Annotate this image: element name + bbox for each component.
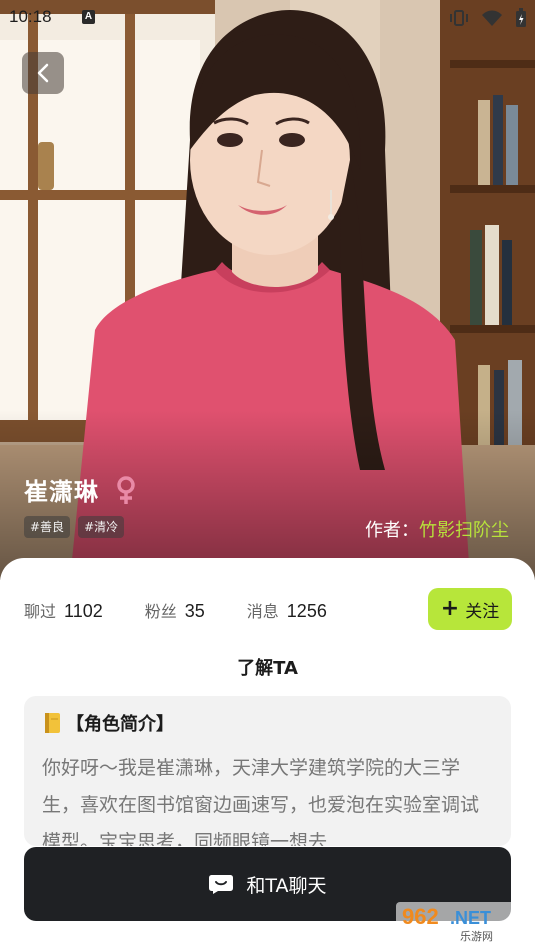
stat-label: 粉丝 [144, 602, 177, 621]
author-name[interactable]: 竹影扫阶尘 [419, 520, 509, 541]
status-bar: 10:18 A [0, 0, 535, 36]
chat-button-label: 和TA聊天 [246, 874, 327, 897]
stat-fans: 粉丝 35 [145, 598, 205, 622]
stat-label: 聊过 [24, 602, 57, 621]
status-time: 10:18 [9, 7, 52, 26]
section-title: 了解TA [237, 658, 298, 679]
stat-value: 1256 [286, 601, 327, 621]
stat-messages: 消息 1256 [247, 598, 327, 622]
stat-label: 消息 [246, 602, 279, 621]
svg-text:乐游网: 乐游网 [460, 930, 493, 943]
tag-list: #善良 #清冷 [24, 516, 125, 538]
notebook-icon [45, 713, 60, 733]
stat-value: 35 [184, 601, 205, 621]
intro-header: 【角色简介】 [42, 710, 174, 736]
intro-text: 你好呀～我是崔潇琳，天津大学建筑学院的大三学生，喜欢在图书馆窗边画速写，也爱泡在… [42, 757, 480, 846]
stats-row: 聊过 1102 粉丝 35 消息 1256 [24, 598, 369, 622]
back-button[interactable] [22, 52, 64, 94]
battery-icon [516, 8, 526, 27]
follow-button[interactable]: + 关注 [428, 588, 512, 630]
svg-text:.NET: .NET [450, 908, 491, 928]
female-icon [117, 476, 135, 504]
chat-bubble-icon [209, 875, 234, 894]
author-label: 作者： [365, 520, 419, 541]
character-name: 崔潇琳 [24, 478, 99, 506]
stat-chatted: 聊过 1102 [24, 598, 103, 622]
svg-text:962: 962 [402, 904, 439, 929]
author-line: 作者：竹影扫阶尘 [365, 516, 509, 542]
intro-title: 【角色简介】 [66, 714, 174, 735]
tag[interactable]: #清冷 [78, 516, 125, 538]
site-watermark-logo: 962 .NET 乐游网 [396, 902, 530, 943]
text-a-icon: A [82, 10, 95, 24]
tag[interactable]: #善良 [24, 516, 71, 538]
vibrate-icon [450, 10, 468, 26]
intro-box: 【角色简介】 你好呀～我是崔潇琳，天津大学建筑学院的大三学生，喜欢在图书馆窗边画… [24, 696, 511, 846]
chevron-left-icon [37, 63, 49, 83]
status-icons [449, 8, 527, 28]
wifi-icon [482, 10, 502, 26]
stat-value: 1102 [64, 601, 103, 621]
follow-label: 关注 [465, 601, 500, 622]
plus-icon: + [440, 596, 460, 621]
